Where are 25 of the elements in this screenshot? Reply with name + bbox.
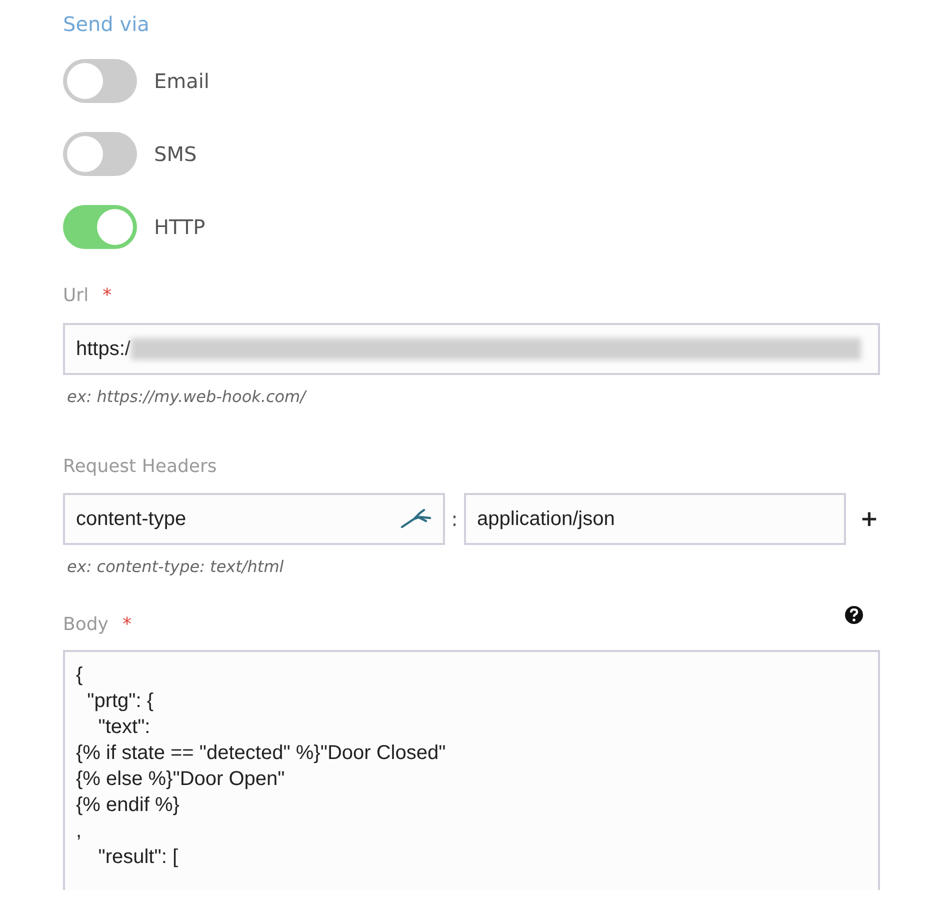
toggle-label: Email bbox=[154, 68, 210, 95]
url-input[interactable]: https:/ bbox=[63, 323, 880, 375]
required-mark: * bbox=[102, 284, 112, 308]
body-textarea[interactable]: { "prtg": { "text": {% if state == "detected" %}"Door Closed" {% else %}"Door Open" {% endif %} , "result": [ bbox=[63, 650, 880, 890]
header-value: application/json bbox=[477, 507, 615, 532]
field-hint: ex: content-type: text/html bbox=[67, 556, 285, 578]
section-title: Send via bbox=[63, 11, 150, 38]
field-label: Body bbox=[63, 613, 108, 637]
field-hint: ex: https://my.web-hook.com/ bbox=[67, 386, 308, 408]
toggle-label: HTTP bbox=[154, 214, 206, 241]
toggle-switch[interactable] bbox=[63, 59, 137, 103]
toggle-label: SMS bbox=[154, 141, 197, 168]
field-label: Url bbox=[63, 284, 89, 308]
toggle-switch[interactable] bbox=[63, 205, 137, 249]
help-icon[interactable] bbox=[844, 605, 864, 625]
header-value-input[interactable]: application/json bbox=[464, 493, 846, 545]
body-text: { "prtg": { "text": {% if state == "detected" %}"Door Closed" {% else %}"Door Open" {% endif %} , "result": [ bbox=[76, 663, 447, 870]
field-label: Request Headers bbox=[63, 455, 217, 479]
header-name-input[interactable]: content-type bbox=[63, 493, 445, 545]
url-value: https:/ bbox=[76, 337, 130, 362]
header-name-value: content-type bbox=[76, 507, 186, 532]
add-button[interactable]: + bbox=[860, 502, 878, 536]
required-mark: * bbox=[122, 613, 132, 637]
toggle-switch[interactable] bbox=[63, 132, 137, 176]
separator: : bbox=[450, 506, 459, 533]
